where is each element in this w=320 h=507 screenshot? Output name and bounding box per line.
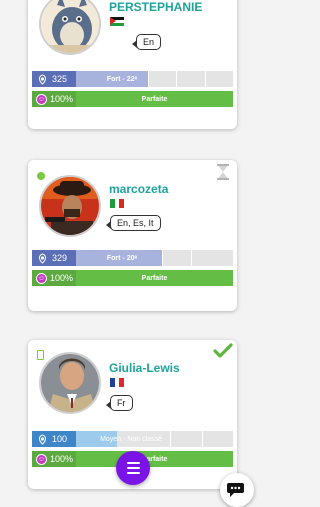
level-label: Fort - 20ᵉ xyxy=(106,254,138,262)
reputation-label: Parfaite xyxy=(141,274,168,282)
chat-icon xyxy=(227,483,244,497)
reputation-bar: ☺ 100% Parfaite xyxy=(32,91,233,107)
check-icon xyxy=(213,343,233,358)
reputation-value: 100% xyxy=(50,454,74,464)
reputation-label: Parfaite xyxy=(141,95,168,103)
flag-france-icon xyxy=(110,378,124,387)
languages-bubble: En xyxy=(131,34,162,50)
level-value: 329 xyxy=(52,253,68,263)
player-card[interactable]: marcozeta En, Es, It 329 Fort - 20ᵉ ☺ 10… xyxy=(28,160,237,311)
level-bar: 325 Fort - 22ᵉ xyxy=(32,71,233,87)
laurel-icon xyxy=(39,73,46,85)
reputation-icon: ☺ xyxy=(36,453,47,465)
level-bar: 329 Fort - 20ᵉ xyxy=(32,250,233,266)
level-bar: 100 Moyen - Non classé xyxy=(32,431,233,447)
level-label: Moyen - Non classé xyxy=(100,435,162,443)
flag-palestine-icon xyxy=(110,17,124,26)
avatar[interactable] xyxy=(39,0,101,55)
avatar[interactable] xyxy=(39,352,101,414)
reputation-value: 100% xyxy=(50,273,74,283)
username[interactable]: Giulia-Lewis xyxy=(109,361,180,375)
player-card[interactable]: PERSTEPHANIE En 325 Fort - 22ᵉ ☺ 100% Pa… xyxy=(28,0,237,129)
languages-bubble: En, Es, It xyxy=(106,215,161,231)
languages-bubble: Fr xyxy=(106,395,133,411)
reputation-icon: ☺ xyxy=(36,272,47,284)
avatar[interactable] xyxy=(39,175,101,237)
level-label: Fort - 22ᵉ xyxy=(106,75,138,83)
username[interactable]: PERSTEPHANIE xyxy=(109,0,202,14)
level-value: 100 xyxy=(52,434,68,444)
chat-button[interactable] xyxy=(220,473,254,507)
laurel-icon xyxy=(39,433,46,445)
menu-button[interactable] xyxy=(116,451,150,485)
reputation-bar: ☺ 100% Parfaite xyxy=(32,270,233,286)
username[interactable]: marcozeta xyxy=(109,182,168,196)
mobile-device-icon xyxy=(37,350,44,360)
menu-icon xyxy=(126,462,140,464)
flag-italy-icon xyxy=(110,199,124,208)
online-status-dot xyxy=(37,172,45,180)
level-value: 325 xyxy=(52,74,68,84)
laurel-icon xyxy=(39,252,46,264)
reputation-icon: ☺ xyxy=(36,93,47,105)
hourglass-icon xyxy=(217,164,229,180)
reputation-value: 100% xyxy=(50,94,74,104)
